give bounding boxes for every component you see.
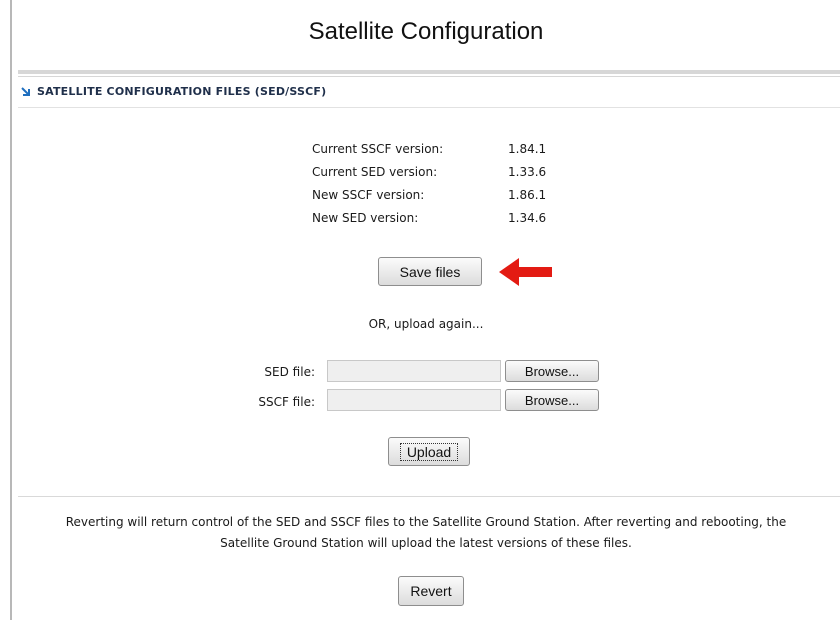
version-list: Current SSCF version: 1.84.1 Current SED… (312, 137, 546, 229)
version-label: Current SSCF version: (312, 141, 444, 156)
save-files-button[interactable]: Save files (378, 257, 482, 286)
red-arrow-icon (499, 258, 552, 286)
version-value: 1.86.1 (508, 187, 547, 202)
section-header[interactable]: SATELLITE CONFIGURATION FILES (SED/SSCF) (20, 85, 326, 98)
version-value: 1.34.6 (508, 210, 547, 225)
sed-file-label: SED file: (264, 365, 315, 379)
section-divider (18, 107, 840, 108)
version-value: 1.33.6 (508, 164, 547, 179)
revert-button[interactable]: Revert (398, 576, 464, 606)
version-row-new-sed: New SED version: 1.34.6 (312, 206, 546, 229)
page-content: Satellite Configuration SATELLITE CONFIG… (12, 0, 840, 620)
expand-arrow-icon (21, 86, 30, 96)
revert-description-line2: Satellite Ground Station will upload the… (220, 536, 632, 550)
sscf-file-label: SSCF file: (258, 395, 315, 409)
page-title: Satellite Configuration (308, 18, 544, 45)
title-divider-thin (18, 76, 840, 77)
revert-description-line1: Reverting will return control of the SED… (65, 515, 787, 529)
sed-browse-button[interactable]: Browse... (505, 360, 599, 382)
sed-file-input[interactable] (327, 360, 501, 382)
version-row-current-sscf: Current SSCF version: 1.84.1 (312, 137, 546, 160)
section-title: SATELLITE CONFIGURATION FILES (SED/SSCF) (37, 85, 327, 98)
version-label: New SSCF version: (312, 187, 425, 202)
revert-divider (18, 496, 840, 497)
version-label: New SED version: (312, 210, 419, 225)
version-row-current-sed: Current SED version: 1.33.6 (312, 160, 546, 183)
revert-description: Reverting will return control of the SED… (12, 512, 840, 554)
version-label: Current SED version: (312, 164, 438, 179)
sscf-file-input[interactable] (327, 389, 501, 411)
upload-button-label: Upload (399, 442, 459, 461)
upload-button[interactable]: Upload (388, 437, 470, 466)
version-row-new-sscf: New SSCF version: 1.86.1 (312, 183, 546, 206)
or-upload-again-text: OR, upload again... (368, 317, 484, 331)
sscf-browse-button[interactable]: Browse... (505, 389, 599, 411)
title-divider (18, 70, 840, 74)
version-value: 1.84.1 (508, 141, 547, 156)
